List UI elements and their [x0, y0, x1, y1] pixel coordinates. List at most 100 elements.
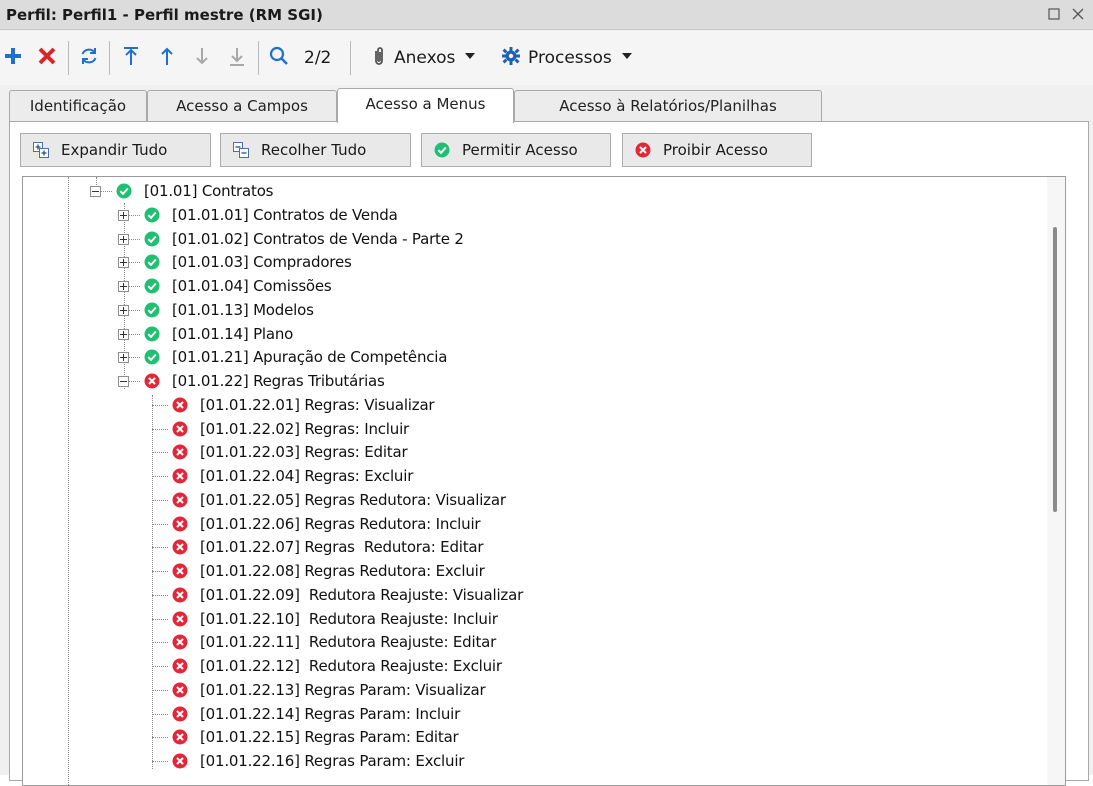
x-circle-icon[interactable] — [172, 492, 188, 508]
x-circle-icon[interactable] — [172, 611, 188, 627]
tree-node-label[interactable]: [01.01.22.05] Regras Redutora: Visualiza… — [200, 491, 506, 509]
previous-record-icon[interactable] — [156, 45, 180, 71]
x-circle-icon[interactable] — [172, 682, 188, 698]
refresh-icon[interactable] — [78, 45, 102, 71]
tree-connector — [152, 761, 168, 762]
collapse-node-icon[interactable] — [90, 186, 101, 197]
tab-acesso-relatorios[interactable]: Acesso à Relatórios/Planilhas — [514, 90, 822, 122]
search-icon[interactable] — [268, 45, 292, 71]
tree-node-label[interactable]: [01.01.22.10] Redutora Reajuste: Incluir — [200, 610, 498, 628]
chevron-down-icon — [465, 53, 476, 59]
tree-node-label[interactable]: [01.01.22.01] Regras: Visualizar — [200, 396, 435, 414]
processos-dropdown[interactable]: Processos — [528, 48, 632, 68]
check-circle-icon[interactable] — [116, 183, 132, 199]
toolbar: 2/2 Anexos Processos — [0, 31, 1093, 85]
record-position: 2/2 — [304, 48, 332, 68]
anexos-dropdown[interactable]: Anexos — [394, 48, 476, 68]
x-circle-icon[interactable] — [172, 729, 188, 745]
x-circle-icon[interactable] — [172, 634, 188, 650]
expand-node-icon[interactable] — [118, 304, 129, 316]
tree-node-label[interactable]: [01.01.04] Comissões — [172, 277, 332, 295]
tab-acesso-campos[interactable]: Acesso a Campos — [147, 90, 337, 122]
anexos-label: Anexos — [394, 48, 456, 68]
tree-node-label[interactable]: [01.01.22.15] Regras Param: Editar — [200, 728, 459, 746]
expand-node-icon[interactable] — [118, 328, 129, 340]
tree-node-label[interactable]: [01.01.22.16] Regras Param: Excluir — [200, 752, 464, 770]
next-record-icon[interactable] — [191, 45, 215, 71]
tree-connector — [152, 404, 168, 406]
tree-node-label[interactable]: [01.01.21] Apuração de Competência — [172, 348, 447, 366]
tree-node-label[interactable]: [01.01] Contratos — [144, 182, 273, 200]
deny-access-button[interactable]: Proibir Acesso — [622, 133, 812, 167]
close-icon[interactable] — [1068, 4, 1088, 24]
maximize-icon[interactable] — [1044, 4, 1064, 24]
vertical-scrollbar[interactable] — [1047, 177, 1065, 785]
collapse-node-icon[interactable] — [118, 376, 129, 387]
tree-node-label[interactable]: [01.01.22.02] Regras: Incluir — [200, 420, 409, 438]
tree-node-label[interactable]: [01.01.22.11] Redutora Reajuste: Editar — [200, 633, 496, 651]
x-circle-icon[interactable] — [172, 516, 188, 532]
x-circle-icon[interactable] — [172, 563, 188, 579]
tree-node-label[interactable]: [01.01.22.14] Regras Param: Incluir — [200, 705, 460, 723]
check-circle-icon[interactable] — [144, 278, 160, 294]
tree-node-label[interactable]: [01.01.22.09] Redutora Reajuste: Visuali… — [200, 586, 523, 604]
allow-access-label: Permitir Acesso — [462, 141, 578, 159]
scrollbar-thumb[interactable] — [1053, 227, 1057, 512]
expand-all-label: Expandir Tudo — [61, 141, 168, 159]
check-circle-icon — [434, 142, 450, 158]
tree-node-label[interactable]: [01.01.22.13] Regras Param: Visualizar — [200, 681, 486, 699]
toolbar-separator — [258, 41, 259, 75]
tree-node-label[interactable]: [01.01.01] Contratos de Venda — [172, 206, 398, 224]
x-circle-icon[interactable] — [172, 444, 188, 460]
tree-node-label[interactable]: [01.01.22.06] Regras Redutora: Incluir — [200, 515, 481, 533]
x-circle-icon[interactable] — [172, 468, 188, 484]
x-circle-icon[interactable] — [172, 539, 188, 555]
check-circle-icon[interactable] — [144, 349, 160, 365]
check-circle-icon[interactable] — [144, 302, 160, 318]
delete-icon[interactable] — [36, 45, 60, 71]
tree-node-label[interactable]: [01.01.13] Modelos — [172, 301, 314, 319]
tree-node-label[interactable]: [01.01.14] Plano — [172, 325, 293, 343]
allow-access-button[interactable]: Permitir Acesso — [421, 133, 611, 167]
expand-node-icon[interactable] — [118, 257, 129, 269]
add-icon[interactable] — [2, 45, 26, 71]
tree-connector — [152, 499, 168, 501]
check-circle-icon[interactable] — [144, 231, 160, 247]
tree-node-label[interactable]: [01.01.02] Contratos de Venda - Parte 2 — [172, 230, 464, 248]
first-record-icon[interactable] — [120, 45, 144, 71]
x-circle-icon[interactable] — [172, 753, 188, 769]
last-record-icon[interactable] — [226, 45, 250, 71]
tree-node-label[interactable]: [01.01.22.08] Regras Redutora: Excluir — [200, 562, 485, 580]
check-circle-icon[interactable] — [144, 254, 160, 270]
expand-node-icon[interactable] — [118, 209, 129, 221]
expand-all-button[interactable]: Expandir Tudo — [20, 133, 211, 167]
x-circle-icon[interactable] — [144, 373, 160, 389]
tree-node-label[interactable]: [01.01.22.07] Regras Redutora: Editar — [200, 538, 484, 556]
tree-connector — [152, 547, 168, 549]
x-circle-icon[interactable] — [172, 397, 188, 413]
tree-node-label[interactable]: [01.01.22.04] Regras: Excluir — [200, 467, 413, 485]
x-circle-icon[interactable] — [172, 587, 188, 603]
paperclip-icon[interactable] — [368, 45, 392, 71]
tree-connector — [152, 594, 168, 596]
check-circle-icon[interactable] — [144, 326, 160, 342]
deny-access-label: Proibir Acesso — [663, 141, 768, 159]
window-title: Perfil: Perfil1 - Perfil mestre (RM SGI) — [6, 6, 323, 24]
check-circle-icon[interactable] — [144, 207, 160, 223]
tree-node-label[interactable]: [01.01.22.12] Redutora Reajuste: Excluir — [200, 657, 502, 675]
tree-node-label[interactable]: [01.01.22.03] Regras: Editar — [200, 443, 408, 461]
tab-identificacao[interactable]: Identificação — [9, 90, 147, 122]
collapse-all-button[interactable]: Recolher Tudo — [220, 133, 411, 167]
gear-icon[interactable] — [500, 45, 524, 71]
tab-acesso-menus[interactable]: Acesso a Menus — [337, 88, 514, 123]
x-circle-icon[interactable] — [172, 658, 188, 674]
expand-node-icon[interactable] — [118, 281, 129, 292]
tree-node-label[interactable]: [01.01.22] Regras Tributárias — [172, 372, 385, 390]
chevron-down-icon — [621, 53, 632, 59]
expand-node-icon[interactable] — [118, 233, 129, 245]
expand-node-icon[interactable] — [118, 352, 129, 364]
tree-node-label[interactable]: [01.01.03] Compradores — [172, 253, 352, 271]
x-circle-icon[interactable] — [172, 421, 188, 437]
x-circle-icon[interactable] — [172, 706, 188, 722]
tree-connector — [152, 737, 168, 739]
